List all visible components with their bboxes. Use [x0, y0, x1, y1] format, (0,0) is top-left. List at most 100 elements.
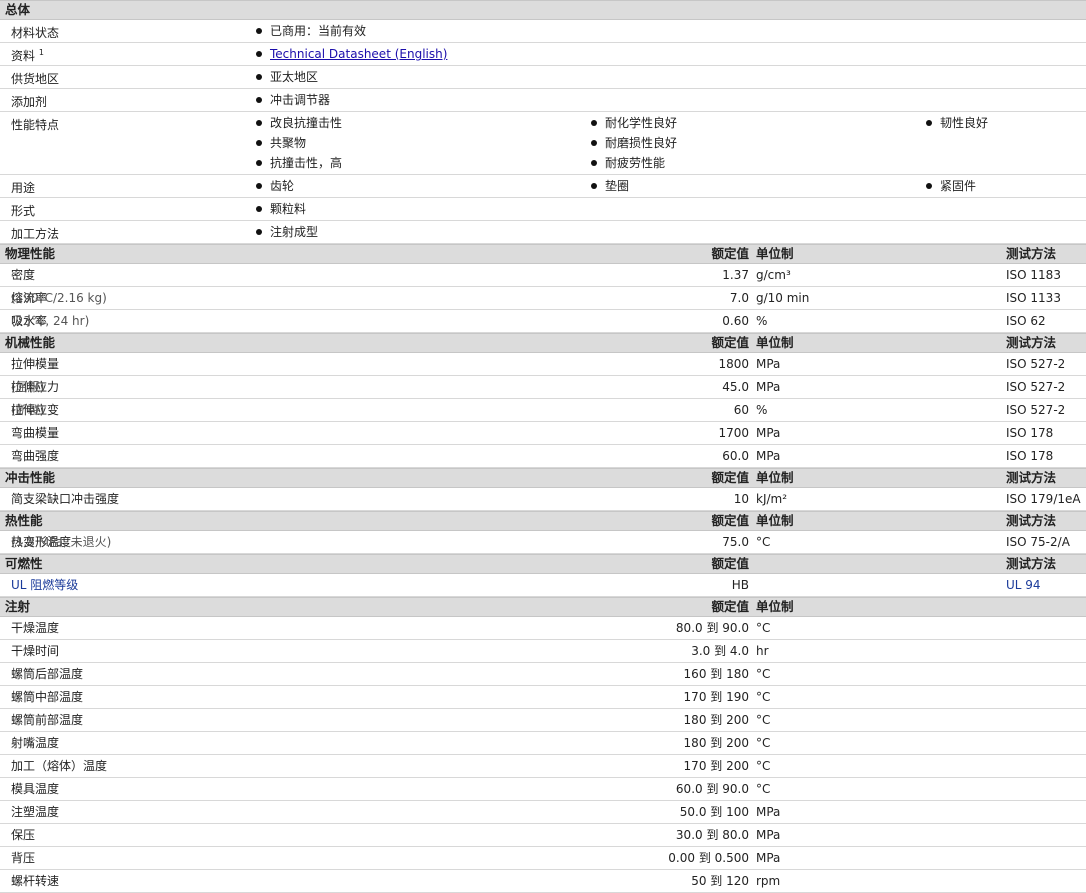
- bullet-item: 亚太地区: [256, 70, 318, 90]
- property-unit: MPa: [756, 426, 781, 440]
- table-row: 模具温度 60.0 到 90.0 °C: [0, 778, 1086, 801]
- property-unit: MPa: [756, 357, 781, 371]
- test-method: ISO 527-2: [1006, 380, 1066, 394]
- property-unit: °C: [756, 690, 771, 704]
- property-value: 0.60: [722, 314, 749, 328]
- bullet-item: 颗粒料: [256, 202, 306, 222]
- property-value: 1800: [718, 357, 749, 371]
- bullet-item: 耐化学性良好: [591, 116, 677, 136]
- property-name: UL 阻燃等级: [11, 578, 79, 592]
- property-value: 80.0 到 90.0: [675, 621, 749, 635]
- datasheet-link[interactable]: Technical Datasheet (English): [270, 47, 447, 61]
- property-value: 1700: [718, 426, 749, 440]
- row-region: 供货地区 亚太地区: [0, 66, 1086, 89]
- property-condition: (190°C/2.16 kg): [11, 291, 107, 305]
- property-value: 30.0 到 80.0: [675, 828, 749, 842]
- unit-header: 单位制: [756, 599, 794, 614]
- test-method: ISO 527-2: [1006, 357, 1066, 371]
- section-title: 可燃性: [5, 556, 43, 571]
- property-name: 拉伸模量: [11, 357, 60, 371]
- bullet-item: 紧固件: [926, 179, 976, 199]
- property-value: 3.0 到 4.0: [691, 644, 749, 658]
- table-row: 射嘴温度 180 到 200 °C: [0, 732, 1086, 755]
- section-title: 热性能: [5, 513, 43, 528]
- bullet-item: 韧性良好: [926, 116, 988, 136]
- test-method: ISO 178: [1006, 426, 1054, 440]
- table-row: 弯曲模量 1700 MPa ISO 178: [0, 422, 1086, 445]
- bullet-item: 共聚物: [256, 136, 342, 156]
- row-label: 添加剂: [11, 95, 48, 109]
- row-features: 性能特点 改良抗撞击性 共聚物 抗撞击性，高 耐化学性良好 耐磨损性良好 耐疲劳…: [0, 112, 1086, 175]
- footnote-marker: 1: [38, 48, 44, 57]
- property-condition: (屈服): [11, 380, 45, 394]
- property-unit: %: [756, 403, 768, 417]
- property-value: 170 到 190: [683, 690, 749, 704]
- property-unit: MPa: [756, 805, 781, 819]
- property-name: 射嘴温度: [11, 736, 60, 750]
- property-condition: (23°C, 24 hr): [11, 314, 90, 328]
- test-method: UL 94: [1006, 578, 1041, 592]
- table-row: 热变形温度 (1.8 MPa, 未退火) 75.0 °C ISO 75-2/A: [0, 531, 1086, 554]
- property-name: 弯曲强度: [11, 449, 60, 463]
- property-value: 180 到 200: [683, 736, 749, 750]
- property-condition: (1.8 MPa, 未退火): [11, 535, 112, 549]
- property-name: 背压: [11, 851, 36, 865]
- table-row: 加工（熔体）温度 170 到 200 °C: [0, 755, 1086, 778]
- value-header: 额定值: [711, 556, 749, 571]
- table-row: 简支梁缺口冲击强度 10 kJ/m² ISO 179/1eA: [0, 488, 1086, 511]
- table-row: 背压 0.00 到 0.500 MPa: [0, 847, 1086, 870]
- property-value: 60.0: [722, 449, 749, 463]
- bullet-item: 已商用：当前有效: [256, 24, 366, 44]
- row-label: 性能特点: [11, 118, 60, 132]
- method-header: 测试方法: [1006, 513, 1057, 528]
- table-row: 干燥时间 3.0 到 4.0 hr: [0, 640, 1086, 663]
- property-value: 10: [733, 492, 749, 506]
- property-value: 75.0: [722, 535, 749, 549]
- bullet-item: 垫圈: [591, 179, 629, 199]
- row-label: 供货地区: [11, 72, 60, 86]
- table-row: 熔流率 (190°C/2.16 kg) 7.0 g/10 min ISO 1133: [0, 287, 1086, 310]
- property-unit: °C: [756, 535, 771, 549]
- row-label: 用途: [11, 181, 36, 195]
- property-name: 螺筒中部温度: [11, 690, 84, 704]
- property-value: 50 到 120: [691, 874, 749, 888]
- property-name: 螺筒前部温度: [11, 713, 84, 727]
- test-method: ISO 1133: [1006, 291, 1061, 305]
- row-label: 加工方法: [11, 227, 60, 241]
- method-header: 测试方法: [1006, 335, 1057, 350]
- test-method: ISO 527-2: [1006, 403, 1066, 417]
- property-unit: %: [756, 314, 768, 328]
- section-flammability-header: 可燃性 额定值 测试方法: [0, 554, 1086, 574]
- row-form: 形式 颗粒料: [0, 198, 1086, 221]
- table-row: 螺筒中部温度 170 到 190 °C: [0, 686, 1086, 709]
- unit-header: 单位制: [756, 470, 794, 485]
- property-name: 螺筒后部温度: [11, 667, 84, 681]
- method-header: 测试方法: [1006, 556, 1057, 571]
- table-row: 注塑温度 50.0 到 100 MPa: [0, 801, 1086, 824]
- row-uses: 用途 齿轮 垫圈 紧固件: [0, 175, 1086, 198]
- value-header: 额定值: [711, 335, 749, 350]
- section-mechanical-header: 机械性能 额定值 单位制 测试方法: [0, 333, 1086, 353]
- section-title: 冲击性能: [5, 470, 56, 485]
- row-additive: 添加剂 冲击调节器: [0, 89, 1086, 112]
- test-method: ISO 178: [1006, 449, 1054, 463]
- property-unit: °C: [756, 713, 771, 727]
- unit-header: 单位制: [756, 513, 794, 528]
- value-header: 额定值: [711, 599, 749, 614]
- bullet-item: 耐磨损性良好: [591, 136, 677, 156]
- property-value: 60.0 到 90.0: [675, 782, 749, 796]
- property-name: 保压: [11, 828, 36, 842]
- property-value: 160 到 180: [683, 667, 749, 681]
- section-title: 注射: [5, 599, 31, 614]
- bullet-item: 冲击调节器: [256, 93, 330, 113]
- property-value: 0.00 到 0.500: [668, 851, 749, 865]
- property-value: 180 到 200: [683, 713, 749, 727]
- value-header: 额定值: [711, 246, 749, 261]
- property-value: 170 到 200: [683, 759, 749, 773]
- section-thermal-header: 热性能 额定值 单位制 测试方法: [0, 511, 1086, 531]
- property-name: 简支梁缺口冲击强度: [11, 492, 120, 506]
- section-title: 物理性能: [5, 246, 56, 261]
- table-row: 拉伸应变 (断裂) 60% ISO 527-2: [0, 399, 1086, 422]
- bullet-item: 抗撞击性，高: [256, 156, 342, 176]
- property-value: HB: [731, 578, 749, 592]
